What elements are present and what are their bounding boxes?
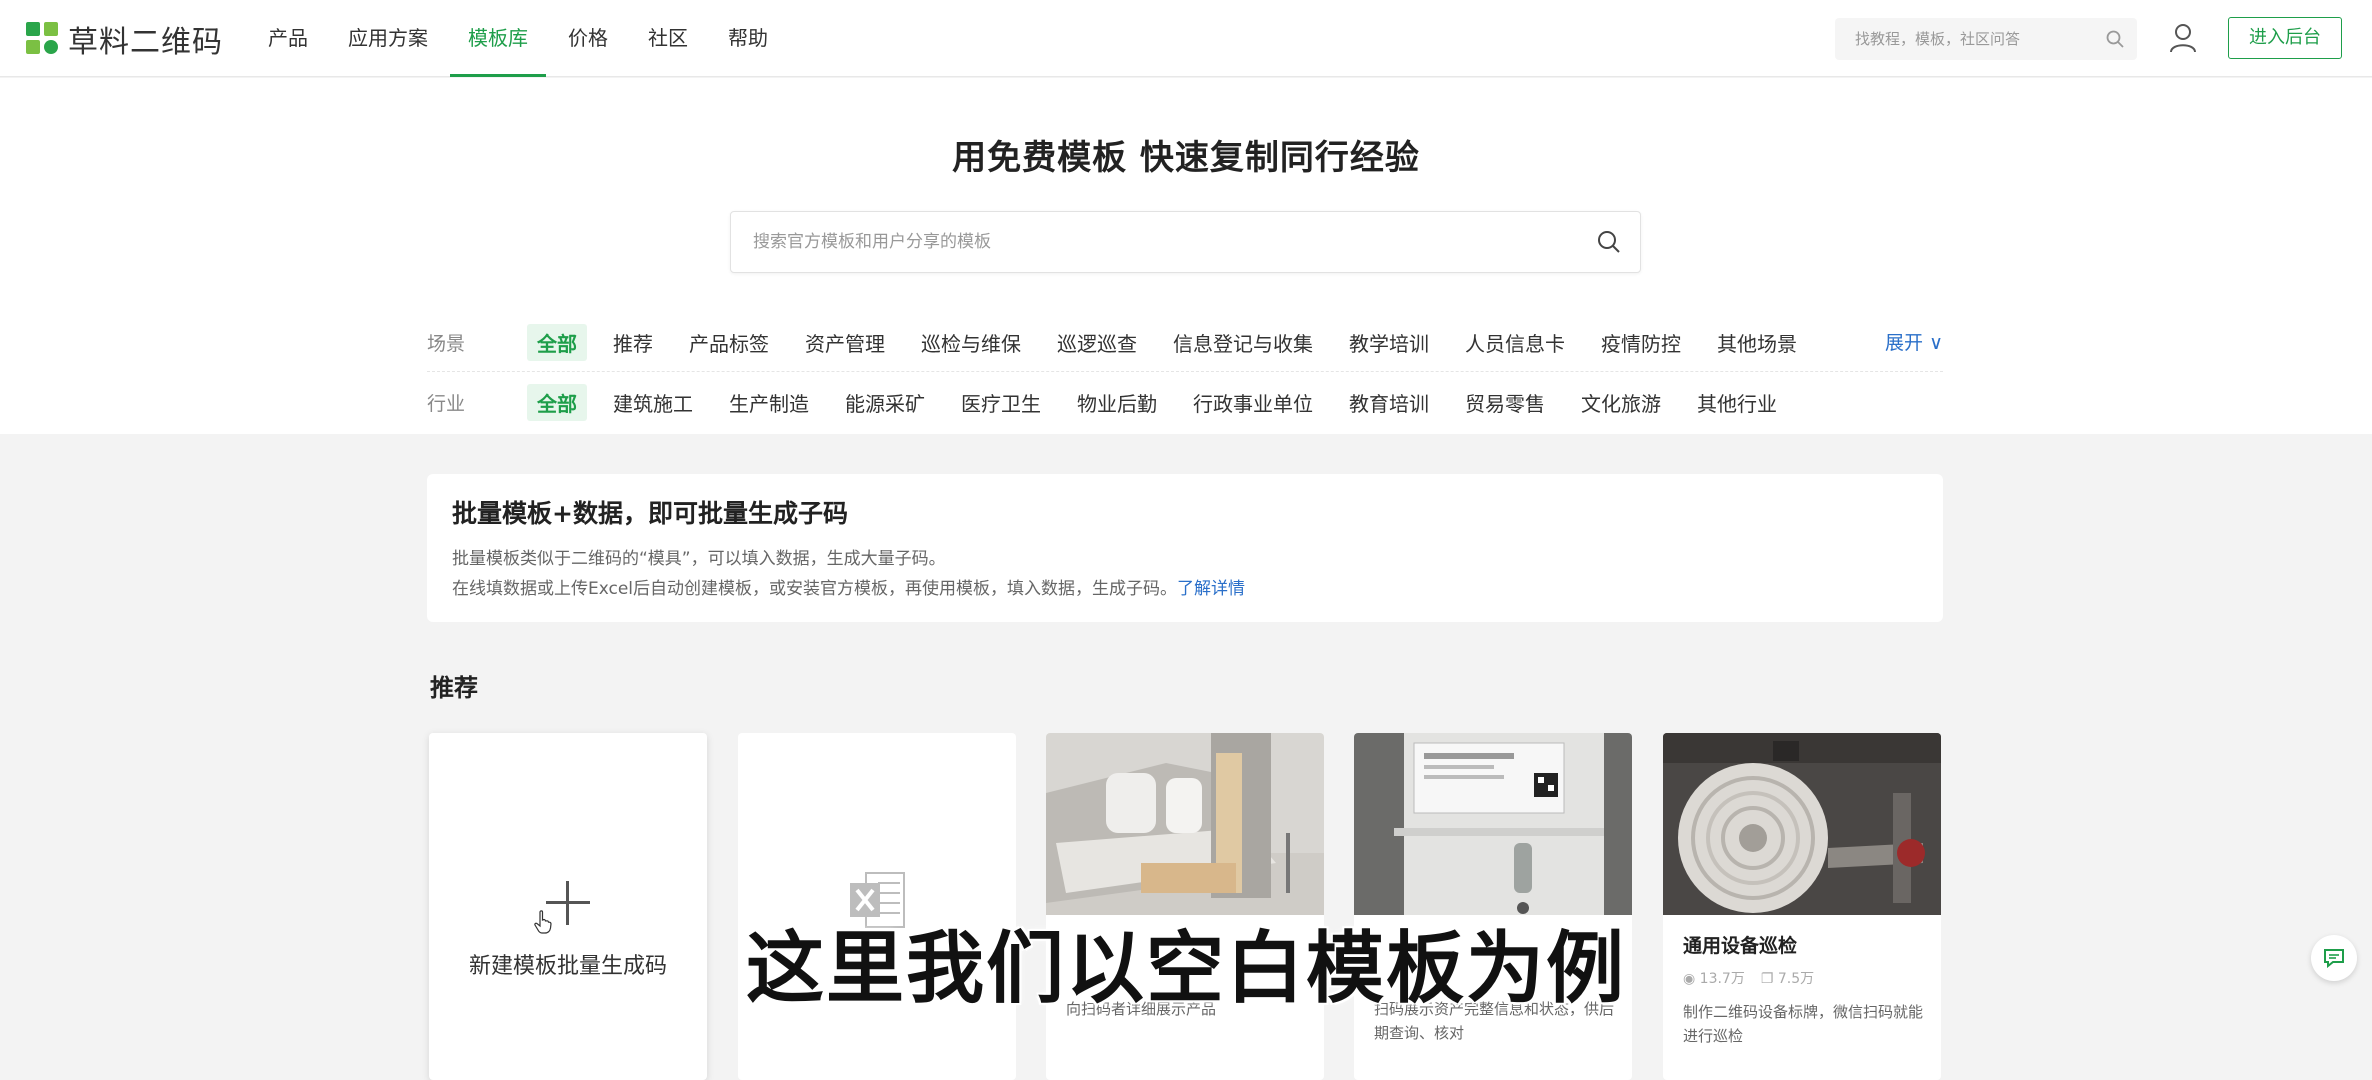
- scene-chip[interactable]: 推荐: [603, 324, 663, 361]
- template-hero: 用免费模板 快速复制同行经验 场景 全部 推荐 产品标签 资产管理 巡检与维保 …: [0, 78, 2372, 434]
- industry-chip[interactable]: 建筑施工: [603, 384, 703, 421]
- nav-item-community[interactable]: 社区: [628, 0, 708, 77]
- chat-icon: [2324, 949, 2344, 968]
- page-title: 用免费模板 快速复制同行经验: [952, 138, 1420, 178]
- expand-label: 展开: [1885, 332, 1924, 354]
- nav-item-help[interactable]: 帮助: [708, 0, 788, 77]
- feedback-chat-button[interactable]: [2311, 935, 2357, 981]
- user-icon[interactable]: [2168, 22, 2198, 54]
- scene-chip[interactable]: 资产管理: [795, 324, 895, 361]
- scene-chip[interactable]: 巡逻巡查: [1047, 324, 1147, 361]
- scene-chip[interactable]: 信息登记与收集: [1163, 324, 1323, 361]
- industry-filter-label: 行业: [427, 392, 466, 415]
- top-navbar: 草料二维码 产品 应用方案 模板库 价格 社区 帮助 进入后台: [0, 0, 2372, 77]
- learn-more-link[interactable]: 了解详情: [1177, 579, 1245, 599]
- scene-chip[interactable]: 教学培训: [1339, 324, 1439, 361]
- fire-hose-image: [1663, 733, 1941, 915]
- industry-chip[interactable]: 能源采矿: [835, 384, 935, 421]
- template-search-box: [730, 211, 1641, 273]
- info-banner-line: 批量模板类似于二维码的“模具”，可以填入数据，生成大量子码。: [452, 549, 946, 569]
- industry-chip[interactable]: 文化旅游: [1571, 384, 1671, 421]
- brand-name: 草料二维码: [68, 25, 223, 60]
- search-icon[interactable]: [1596, 229, 1622, 255]
- top-search-input[interactable]: [1835, 18, 2075, 60]
- industry-chip[interactable]: 行政事业单位: [1183, 384, 1323, 421]
- search-icon[interactable]: [2105, 29, 2125, 49]
- industry-chip[interactable]: 生产制造: [719, 384, 819, 421]
- top-search-box: [1835, 18, 2137, 60]
- machine-image: [1354, 733, 1632, 915]
- industry-chip[interactable]: 全部: [527, 383, 587, 421]
- scene-filter-label: 场景: [427, 333, 466, 355]
- scene-chip[interactable]: 其他场景: [1707, 324, 1807, 361]
- batch-template-info-banner: 批量模板+数据，即可批量生成子码 批量模板类似于二维码的“模具”，可以填入数据，…: [427, 474, 1943, 622]
- industry-chip[interactable]: 其他行业: [1687, 384, 1787, 421]
- nav-item-pricing[interactable]: 价格: [548, 0, 628, 77]
- info-banner-title: 批量模板+数据，即可批量生成子码: [452, 499, 848, 528]
- sofa-image: [1046, 733, 1324, 915]
- expand-filters-button[interactable]: 展开 ∨: [1885, 328, 1943, 355]
- industry-chip[interactable]: 医疗卫生: [951, 384, 1051, 421]
- scene-chip[interactable]: 人员信息卡: [1455, 324, 1575, 361]
- template-search-input[interactable]: [731, 212, 1561, 272]
- info-banner-text: 在线填数据或上传Excel后自动创建模板，或安装官方模板，再使用模板，填入数据，…: [452, 579, 1178, 599]
- industry-filter-row: 行业 全部 建筑施工 生产制造 能源采矿 医疗卫生 物业后勤 行政事业单位 教育…: [427, 373, 1943, 431]
- logo-mark-icon: [26, 22, 60, 56]
- nav-item-products[interactable]: 产品: [248, 0, 328, 77]
- scene-filter-row: 场景 全部 推荐 产品标签 资产管理 巡检与维保 巡逻巡查 信息登记与收集 教学…: [427, 314, 1943, 372]
- brand-logo[interactable]: 草料二维码: [26, 20, 223, 60]
- recommend-section-title: 推荐: [430, 674, 478, 702]
- main-nav: 产品 应用方案 模板库 价格 社区 帮助: [248, 0, 788, 77]
- info-banner-line: 在线填数据或上传Excel后自动创建模板，或安装官方模板，再使用模板，填入数据，…: [452, 574, 1245, 599]
- scene-chip[interactable]: 巡检与维保: [911, 324, 1031, 361]
- video-subtitle: 这里我们以空白模板为例: [745, 924, 1626, 1014]
- nav-item-templates[interactable]: 模板库: [448, 0, 548, 77]
- scene-chip[interactable]: 疫情防控: [1591, 324, 1691, 361]
- chevron-down-icon: ∨: [1929, 332, 1943, 354]
- enter-dashboard-button[interactable]: 进入后台: [2228, 17, 2342, 59]
- scene-chip[interactable]: 产品标签: [679, 324, 779, 361]
- industry-chip[interactable]: 贸易零售: [1455, 384, 1555, 421]
- industry-chip[interactable]: 教育培训: [1339, 384, 1439, 421]
- industry-chip[interactable]: 物业后勤: [1067, 384, 1167, 421]
- scene-chip[interactable]: 全部: [527, 324, 587, 361]
- nav-item-solutions[interactable]: 应用方案: [328, 0, 448, 77]
